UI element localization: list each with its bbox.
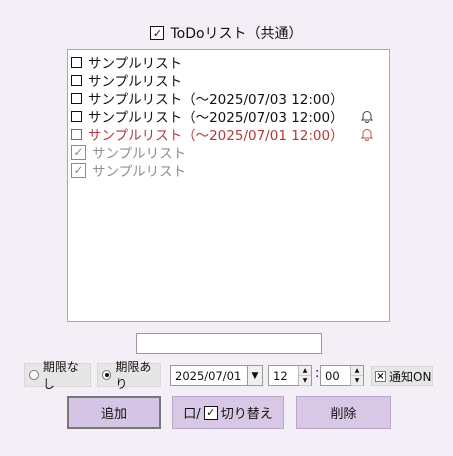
no-deadline-label: 期限なし xyxy=(42,360,79,391)
notify-label: 通知ON xyxy=(389,369,432,384)
unchecked-box-icon[interactable] xyxy=(71,128,82,140)
time-separator: : xyxy=(315,366,320,381)
toggle-button[interactable]: 口/ ✓ 切り替え xyxy=(172,396,284,429)
list-item[interactable]: サンプルリスト xyxy=(68,53,389,72)
unchecked-box-icon[interactable] xyxy=(71,74,82,86)
checked-box-icon[interactable]: ✓ xyxy=(71,162,86,178)
list-item-done[interactable]: ✓ サンプルリスト xyxy=(68,161,389,180)
delete-button-label: 削除 xyxy=(330,407,357,422)
up-arrow-icon[interactable]: ▲ xyxy=(351,366,363,376)
todo-list[interactable]: サンプルリスト サンプルリスト サンプルリスト（～2025/07/03 12:0… xyxy=(67,49,390,322)
chevron-down-icon[interactable]: ▼ xyxy=(247,366,262,385)
minute-stepper[interactable]: 00 ▲ ▼ xyxy=(320,365,364,386)
notify-checkbox[interactable]: × 通知ON xyxy=(371,366,433,386)
minute-value: 00 xyxy=(325,368,340,383)
hour-value: 12 xyxy=(273,368,288,383)
radio-off-icon xyxy=(29,370,39,380)
unchecked-box-icon[interactable] xyxy=(71,110,82,122)
down-arrow-icon[interactable]: ▼ xyxy=(351,376,363,386)
todo-text-input[interactable] xyxy=(136,333,322,354)
unchecked-box-icon[interactable] xyxy=(71,92,82,104)
list-item-text: サンプルリスト（～2025/07/03 12:00） xyxy=(88,110,344,126)
radio-on-icon xyxy=(102,370,112,380)
list-item-text: サンプルリスト（～2025/07/03 12:00） xyxy=(88,92,344,108)
list-item[interactable]: サンプルリスト（～2025/07/03 12:00） xyxy=(68,89,389,108)
list-item[interactable]: サンプルリスト xyxy=(68,71,389,90)
unchecked-box-icon[interactable] xyxy=(71,56,82,68)
checked-x-icon: × xyxy=(375,370,386,382)
list-item-text: サンプルリスト（～2025/07/01 12:00） xyxy=(88,128,344,144)
up-arrow-icon[interactable]: ▲ xyxy=(299,366,311,376)
list-item-text: サンプルリスト xyxy=(88,56,183,72)
bell-icon xyxy=(360,129,373,141)
add-button[interactable]: 追加 xyxy=(67,396,161,429)
list-item-text: サンプルリスト xyxy=(92,146,187,162)
app-title: ✓ ToDoリスト（共通） xyxy=(0,22,453,44)
title-text: ToDoリスト（共通） xyxy=(170,26,303,42)
list-item-overdue[interactable]: サンプルリスト（～2025/07/01 12:00） xyxy=(68,125,389,144)
checkbox-icon: ✓ xyxy=(203,405,218,420)
checked-box-icon[interactable]: ✓ xyxy=(71,144,86,160)
hour-stepper-arrows[interactable]: ▲ ▼ xyxy=(298,366,311,386)
title-checkbox-icon: ✓ xyxy=(150,26,165,40)
add-button-label: 追加 xyxy=(100,407,127,422)
list-item-text: サンプルリスト xyxy=(92,164,187,180)
with-deadline-radio[interactable]: 期限あり xyxy=(97,360,161,391)
minute-stepper-arrows[interactable]: ▲ ▼ xyxy=(350,366,363,386)
bell-icon xyxy=(360,111,373,123)
toggle-prefix: 口/ xyxy=(183,407,201,422)
delete-button[interactable]: 削除 xyxy=(296,396,391,429)
list-item-text: サンプルリスト xyxy=(88,74,183,90)
list-item-done[interactable]: ✓ サンプルリスト xyxy=(68,143,389,162)
date-picker[interactable]: 2025/07/01 ▼ xyxy=(170,365,263,386)
date-value: 2025/07/01 xyxy=(175,368,242,383)
hour-stepper[interactable]: 12 ▲ ▼ xyxy=(268,365,312,386)
down-arrow-icon[interactable]: ▼ xyxy=(299,376,311,386)
with-deadline-label: 期限あり xyxy=(115,360,152,391)
list-item[interactable]: サンプルリスト（～2025/07/03 12:00） xyxy=(68,107,389,126)
toggle-label: 切り替え xyxy=(220,407,273,422)
no-deadline-radio[interactable]: 期限なし xyxy=(24,360,91,391)
